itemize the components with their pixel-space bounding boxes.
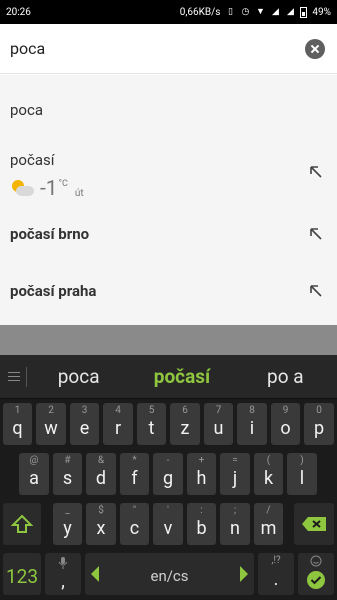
shift-icon xyxy=(11,514,33,533)
emoji-icon xyxy=(310,555,322,567)
key-e[interactable]: 3e xyxy=(70,403,99,445)
key-n[interactable]: ; n xyxy=(220,503,250,545)
weather-day: út xyxy=(74,188,84,199)
clear-icon[interactable] xyxy=(305,38,325,59)
key-row-2: @ a # s & d * f -g + h = j (k ) l xyxy=(0,449,337,497)
suggestion-label: počasí praha xyxy=(10,282,97,300)
suggestion-label: počasí xyxy=(10,151,55,169)
search-input[interactable] xyxy=(10,39,305,58)
candidate-bar: poca počasí po a xyxy=(0,355,337,399)
key-b[interactable]: :b xyxy=(187,503,216,545)
signal2-icon: ◢ xyxy=(286,7,294,17)
suggestion-label: poca xyxy=(10,101,43,119)
suggestion-item[interactable]: poca xyxy=(0,101,337,119)
enter-key[interactable] xyxy=(298,553,334,595)
key-row-3: _ y $ x " c ' v :b ; n / m xyxy=(0,499,337,547)
period-key[interactable]: ,!? . xyxy=(258,553,294,595)
suggestion-item[interactable]: počasí brno xyxy=(0,225,337,243)
key-c[interactable]: " c xyxy=(120,503,149,545)
key-q[interactable]: 1q xyxy=(3,403,32,445)
signal-icon: ◢ xyxy=(271,7,279,17)
suggestion-label: počasí brno xyxy=(10,225,90,243)
suggestion-item-weather[interactable]: počasí -1 °C út xyxy=(0,151,337,201)
key-f[interactable]: * f xyxy=(120,453,149,495)
key-m[interactable]: / m xyxy=(254,503,283,545)
key-s[interactable]: # s xyxy=(53,453,82,495)
fill-query-arrow-icon[interactable] xyxy=(309,227,323,241)
check-icon xyxy=(307,571,325,589)
right-arrow-icon xyxy=(240,566,248,582)
search-bar xyxy=(0,24,337,74)
key-i[interactable]: 8i xyxy=(237,403,267,445)
vibrate-icon: ▯ xyxy=(227,7,233,17)
key-d[interactable]: & d xyxy=(86,453,116,495)
keyboard: poca počasí po a 1q 2w 3e 4r 5t 6z 7u 8i… xyxy=(0,355,337,600)
key-k[interactable]: (k xyxy=(254,453,283,495)
key-row-4: 123 , en/cs ,!? . xyxy=(0,549,337,597)
fill-query-arrow-icon[interactable] xyxy=(309,165,323,179)
suggestions-list: poca počasí -1 °C út počasí brno počasí … xyxy=(0,75,337,325)
key-r[interactable]: 4r xyxy=(103,403,133,445)
partly-cloudy-icon xyxy=(10,180,34,198)
status-icons: 0,66KB/s ▯ ◷ ▼ ◢ ◢ 49% xyxy=(179,6,331,18)
candidate-3[interactable]: po a xyxy=(234,365,337,388)
space-key[interactable]: en/cs xyxy=(85,553,254,595)
suggestion-item[interactable]: počasí praha xyxy=(0,282,337,300)
key-z[interactable]: 6z xyxy=(170,403,200,445)
weather-unit: °C xyxy=(58,179,68,189)
key-j[interactable]: = j xyxy=(220,453,250,495)
shift-key[interactable] xyxy=(3,503,41,545)
key-h[interactable]: + h xyxy=(187,453,216,495)
candidate-1[interactable]: poca xyxy=(27,365,130,388)
backspace-icon xyxy=(302,517,326,531)
key-u[interactable]: 7u xyxy=(204,403,233,445)
battery-icon xyxy=(300,6,308,18)
key-v[interactable]: ' v xyxy=(153,503,183,545)
backspace-key[interactable] xyxy=(294,503,334,545)
key-l[interactable]: ) l xyxy=(287,453,317,495)
key-a[interactable]: @ a xyxy=(19,453,49,495)
key-p[interactable]: 0p xyxy=(304,403,334,445)
fill-query-arrow-icon[interactable] xyxy=(309,284,323,298)
status-time: 20:26 xyxy=(6,6,31,18)
status-bar: 20:26 0,66KB/s ▯ ◷ ▼ ◢ ◢ 49% xyxy=(0,0,337,24)
key-g[interactable]: -g xyxy=(153,453,183,495)
wifi-icon: ▼ xyxy=(255,7,265,17)
candidate-2[interactable]: počasí xyxy=(130,365,233,388)
key-w[interactable]: 2w xyxy=(36,403,66,445)
key-x[interactable]: $ x xyxy=(86,503,116,545)
weather-temp: -1 xyxy=(40,177,58,201)
menu-icon[interactable] xyxy=(0,355,26,399)
battery-percent: 49% xyxy=(312,6,331,18)
background-scrim xyxy=(0,325,337,355)
key-t[interactable]: 5t xyxy=(137,403,166,445)
language-label: en/cs xyxy=(150,567,189,585)
comma-key[interactable]: , xyxy=(45,553,81,595)
mic-icon xyxy=(58,557,68,569)
key-row-1: 1q 2w 3e 4r 5t 6z 7u 8i 9o 0p xyxy=(0,399,337,447)
key-y[interactable]: _ y xyxy=(53,503,82,545)
network-speed: 0,66KB/s xyxy=(179,6,221,18)
alarm-icon: ◷ xyxy=(241,7,250,17)
numbers-key[interactable]: 123 xyxy=(3,553,41,595)
key-o[interactable]: 9o xyxy=(271,403,300,445)
weather-row: -1 °C út xyxy=(10,177,337,201)
